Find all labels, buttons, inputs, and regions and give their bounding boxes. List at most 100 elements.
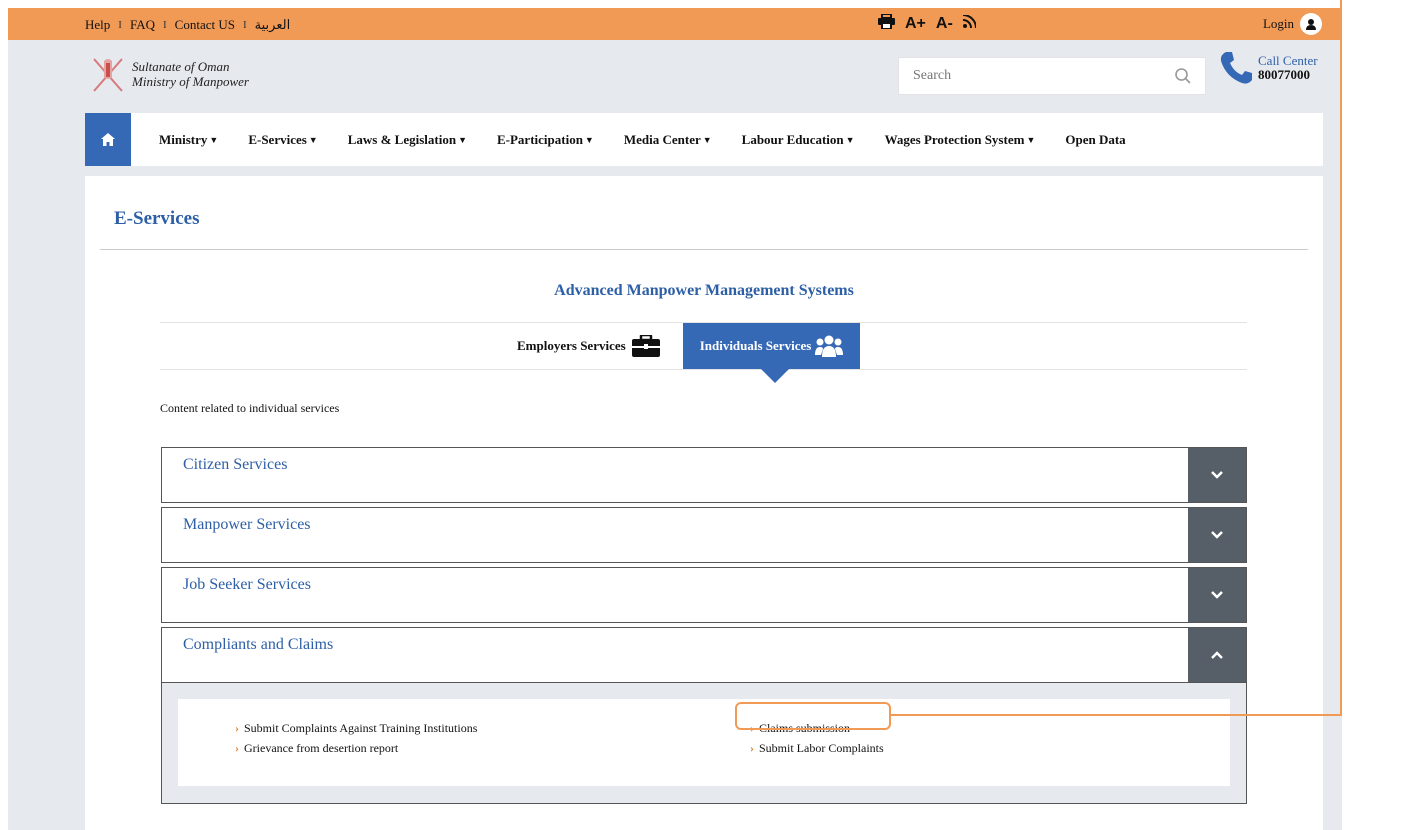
tab-individuals-services[interactable]: Individuals Services [683, 323, 860, 369]
top-utility-bar: Help I FAQ I Contact US I العربية A+ A- … [8, 8, 1342, 40]
chevron-right-icon: › [235, 741, 239, 755]
phone-icon [1220, 52, 1252, 84]
divider [100, 249, 1308, 250]
logo-text: Sultanate of Oman Ministry of Manpower [132, 59, 249, 89]
nav-label: Laws & Legislation [347, 131, 457, 147]
main-content: E-Services Advanced Manpower Management … [85, 176, 1323, 830]
accordion-manpower-services[interactable]: Manpower Services [161, 507, 1247, 563]
chevron-down-icon [1211, 471, 1223, 479]
chevron-right-icon: › [235, 721, 239, 735]
submit-complaints-training-link[interactable]: › Submit Complaints Against Training Ins… [235, 721, 477, 736]
chevron-down-icon: ▼ [209, 134, 219, 145]
call-center-label: Call Center [1258, 53, 1318, 68]
accordion-label: Compliants and Claims [183, 636, 334, 653]
chevron-down-icon: ▼ [584, 134, 594, 145]
tab-label: Employers Services [517, 338, 626, 353]
accordion-toggle[interactable] [1188, 508, 1246, 562]
highlight-box [735, 702, 891, 730]
chevron-down-icon [1211, 591, 1223, 599]
home-button[interactable] [85, 113, 131, 166]
active-tab-pointer [761, 369, 789, 383]
nav-label: Wages Protection System [884, 131, 1025, 147]
accordion-job-seeker-services[interactable]: Job Seeker Services [161, 567, 1247, 623]
separator: I [163, 19, 167, 31]
nav-item-e-participation[interactable]: E-Participation ▼ [497, 132, 594, 148]
accordion-label: Job Seeker Services [183, 576, 311, 593]
accordion-toggle[interactable] [1188, 628, 1246, 682]
font-decrease-button[interactable]: A- [936, 15, 953, 33]
logo-line-1: Sultanate of Oman [132, 59, 230, 74]
link-label: Submit Complaints Against Training Insti… [244, 721, 478, 735]
ministry-logo[interactable]: Sultanate of Oman Ministry of Manpower [90, 53, 249, 95]
call-center-number: 80077000 [1258, 67, 1310, 82]
nav-label: Ministry [159, 131, 208, 147]
chevron-down-icon [1211, 531, 1223, 539]
callout-line [890, 714, 1342, 716]
separator: I [118, 19, 122, 31]
nav-label: Labour Education [741, 131, 844, 147]
chevron-down-icon: ▼ [702, 134, 712, 145]
contact-us-link[interactable]: Contact US [175, 17, 235, 33]
nav-label: E-Services [248, 131, 307, 147]
link-label: Submit Labor Complaints [759, 741, 884, 755]
login-label: Login [1262, 16, 1294, 31]
nav-label: Open Data [1065, 131, 1126, 147]
search-placeholder: Search [913, 68, 952, 83]
nav-item-media-center[interactable]: Media Center ▼ [624, 132, 712, 148]
nav-item-wages-protection-system[interactable]: Wages Protection System ▼ [885, 132, 1036, 148]
nav-label: Media Center [623, 131, 701, 147]
page-title: E-Services [114, 208, 200, 229]
accordion-label: Citizen Services [183, 456, 288, 473]
grievance-desertion-link[interactable]: › Grievance from desertion report [235, 741, 398, 756]
help-link[interactable]: Help [85, 17, 110, 33]
chevron-down-icon: ▼ [458, 134, 467, 145]
top-links: Help I FAQ I Contact US I العربية [85, 17, 290, 33]
nav-label: E-Participation [496, 131, 583, 147]
nav-item-open-data[interactable]: Open Data [1065, 132, 1125, 148]
callout-line [1340, 0, 1342, 716]
font-increase-button[interactable]: A+ [905, 15, 926, 33]
call-center-text: Call Center 80077000 [1258, 54, 1318, 82]
accordion-panel-compliants-and-claims: › Submit Complaints Against Training Ins… [161, 683, 1247, 804]
main-navigation: Ministry ▼ E-Services ▼ Laws & Legislation… [85, 113, 1323, 166]
accordion-compliants-and-claims[interactable]: Compliants and Claims [161, 627, 1247, 683]
nav-item-e-services[interactable]: E-Services ▼ [248, 132, 317, 148]
logo-line-2: Ministry of Manpower [132, 74, 249, 89]
briefcase-icon [631, 335, 660, 357]
separator: I [242, 19, 247, 31]
user-icon [1300, 13, 1322, 35]
oman-emblem-icon [93, 58, 123, 92]
chevron-right-icon: › [750, 741, 754, 755]
tab-employers-services[interactable]: Employers Services [517, 331, 660, 361]
login-button[interactable]: Login [1263, 13, 1322, 35]
chevron-up-icon [1211, 651, 1223, 659]
arabic-language-link[interactable]: العربية [255, 17, 291, 33]
accordion-toggle[interactable] [1188, 568, 1246, 622]
people-icon [815, 335, 844, 357]
nav-items: Ministry ▼ E-Services ▼ Laws & Legislation… [159, 132, 1156, 148]
submit-labor-complaints-link[interactable]: › Submit Labor Complaints [750, 741, 884, 756]
search-icon[interactable] [1175, 68, 1191, 84]
rss-icon[interactable] [962, 14, 977, 33]
accordion-citizen-services[interactable]: Citizen Services [161, 447, 1247, 503]
nav-item-labour-education[interactable]: Labour Education ▼ [742, 132, 855, 148]
home-icon [101, 133, 115, 146]
intro-text: Content related to individual services [160, 401, 340, 415]
chevron-down-icon: ▼ [845, 134, 855, 145]
divider [160, 369, 1247, 370]
page-frame: Help I FAQ I Contact US I العربية A+ A- … [8, 8, 1342, 830]
search-input[interactable]: Search [898, 57, 1206, 95]
nav-item-laws-legislation[interactable]: Laws & Legislation ▼ [348, 132, 467, 148]
accessibility-tools: A+ A- [878, 13, 977, 34]
chevron-down-icon: ▼ [308, 134, 318, 145]
nav-item-ministry[interactable]: Ministry ▼ [159, 132, 218, 148]
accordion-toggle[interactable] [1188, 448, 1246, 502]
link-label: Grievance from desertion report [244, 741, 399, 755]
call-center[interactable]: Call Center 80077000 [1218, 50, 1318, 86]
faq-link[interactable]: FAQ [130, 17, 155, 33]
claims-links-panel: › Submit Complaints Against Training Ins… [178, 699, 1230, 786]
chevron-down-icon: ▼ [1026, 134, 1036, 145]
print-icon[interactable] [878, 13, 895, 34]
tab-label: Individuals Services [699, 338, 812, 353]
accordion-label: Manpower Services [183, 516, 311, 533]
